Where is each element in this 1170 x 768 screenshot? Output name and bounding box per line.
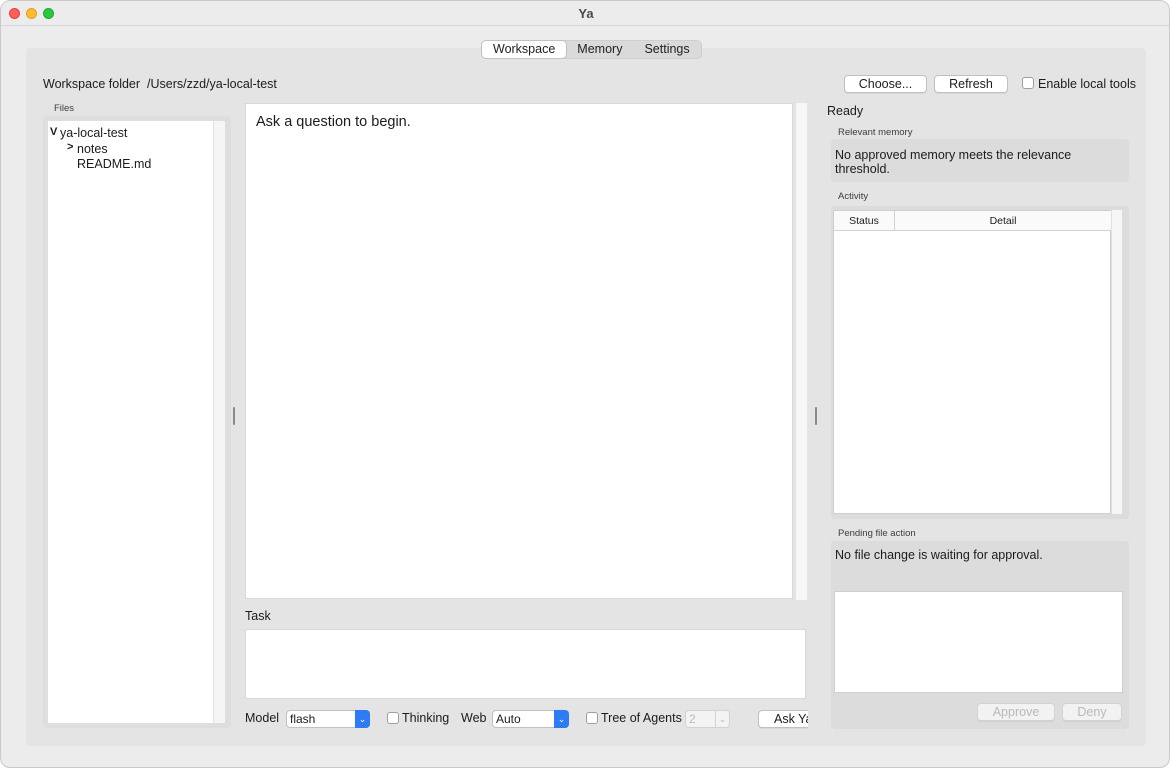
- file-tree[interactable]: [48, 121, 213, 723]
- thinking-label: Thinking: [402, 711, 450, 725]
- window-title: Ya: [578, 6, 594, 21]
- web-select-value: Auto: [496, 712, 521, 726]
- pending-file-action-preview[interactable]: [834, 591, 1123, 693]
- tree-item-ya-local-test[interactable]: ya-local-test: [60, 126, 127, 140]
- file-tree-scrollbar[interactable]: [213, 121, 225, 723]
- relevant-memory-text: No approved memory meets the relevance t…: [835, 148, 1072, 176]
- refresh-button[interactable]: Refresh: [934, 75, 1008, 93]
- answer-placeholder: Ask a question to begin.: [256, 114, 411, 130]
- chevron-down-icon: ⌄: [715, 711, 729, 727]
- pending-file-action-label: Pending file action: [838, 528, 916, 539]
- chevron-right-icon[interactable]: >: [67, 141, 73, 153]
- answer-scrollbar[interactable]: [795, 103, 807, 600]
- task-input[interactable]: [245, 629, 806, 699]
- relevant-memory-label: Relevant memory: [838, 127, 913, 138]
- chevron-down-icon: ⌄: [554, 710, 569, 728]
- title-bar: Ya: [1, 1, 1169, 26]
- agents-count-select[interactable]: 2 ⌄: [685, 710, 730, 728]
- thinking-checkbox[interactable]: [387, 712, 399, 724]
- workspace-folder-label: Workspace folder: [43, 77, 141, 91]
- tab-workspace[interactable]: Workspace: [482, 41, 567, 58]
- column-header-status[interactable]: Status: [834, 211, 895, 231]
- task-label: Task: [245, 609, 271, 623]
- tab-memory[interactable]: Memory: [566, 41, 633, 58]
- app-window: Ya Workspace Memory Settings Workspace f…: [0, 0, 1170, 768]
- pending-file-action-text: No file change is waiting for approval.: [835, 548, 1043, 562]
- chevron-down-icon: ⌄: [355, 710, 370, 728]
- tree-of-agents-checkbox[interactable]: [586, 712, 598, 724]
- activity-label: Activity: [838, 191, 869, 202]
- right-splitter-handle[interactable]: [815, 407, 817, 425]
- model-select[interactable]: flash ⌄: [286, 710, 370, 728]
- tree-item-notes[interactable]: notes: [77, 142, 108, 156]
- activity-scrollbar[interactable]: [1111, 210, 1122, 514]
- web-select[interactable]: Auto ⌄: [492, 710, 569, 728]
- enable-local-tools-checkbox[interactable]: [1022, 77, 1034, 89]
- activity-table[interactable]: Status Detail: [833, 210, 1111, 514]
- model-label: Model: [245, 711, 280, 725]
- tab-settings[interactable]: Settings: [633, 41, 700, 58]
- tree-of-agents-label: Tree of Agents: [601, 711, 682, 725]
- answer-display[interactable]: [245, 103, 793, 599]
- tab-bar: Workspace Memory Settings: [481, 40, 702, 59]
- chevron-down-icon[interactable]: V: [50, 126, 57, 138]
- choose-folder-button[interactable]: Choose...: [844, 75, 927, 93]
- deny-button[interactable]: Deny: [1062, 703, 1122, 721]
- approve-button[interactable]: Approve: [977, 703, 1055, 721]
- left-splitter-handle[interactable]: [233, 407, 235, 425]
- column-header-detail[interactable]: Detail: [895, 211, 1111, 231]
- files-section-label: Files: [54, 103, 75, 114]
- tree-item-readme[interactable]: README.md: [77, 157, 151, 171]
- model-select-value: flash: [290, 712, 316, 726]
- web-label: Web: [461, 711, 487, 725]
- enable-local-tools-label: Enable local tools: [1038, 77, 1136, 91]
- ask-ya-button[interactable]: Ask Ya: [758, 710, 808, 728]
- agents-count-value: 2: [689, 712, 696, 726]
- status-text: Ready: [827, 104, 864, 118]
- workspace-folder-path: /Users/zzd/ya-local-test: [147, 77, 277, 91]
